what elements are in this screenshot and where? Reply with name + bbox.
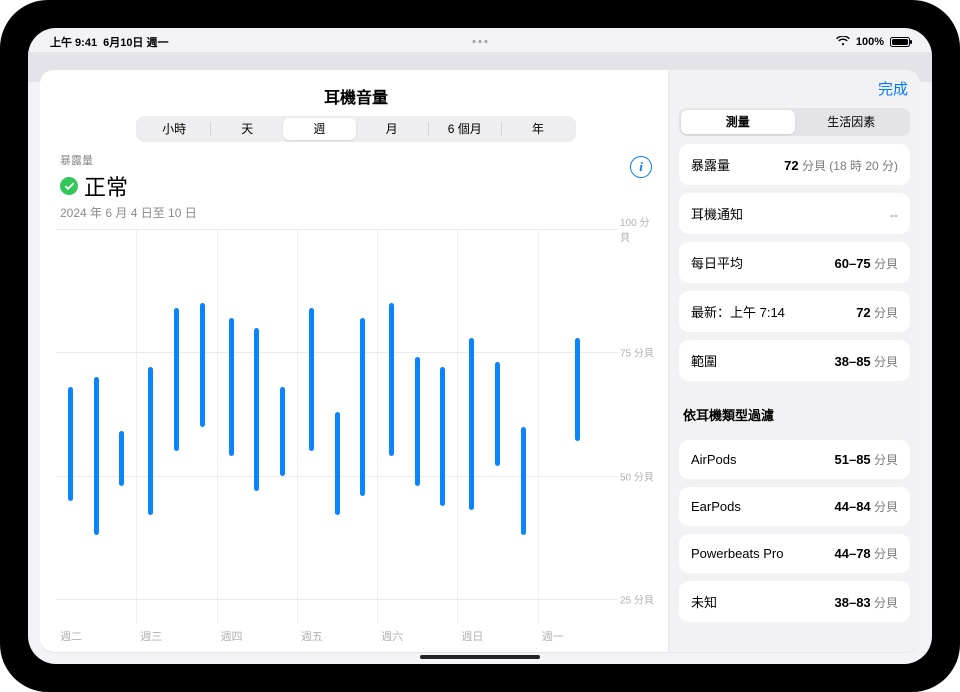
metric-3[interactable]: 最新：上午 7:14 72 分貝: [679, 291, 910, 332]
metric-4-value: 38–85 分貝: [835, 353, 899, 370]
status-time: 上午 9:41: [50, 34, 97, 50]
chart-bar: [360, 318, 365, 496]
x-tick-label: 週三: [140, 628, 162, 644]
metric-0[interactable]: 暴露量 72 分貝 (18 時 20 分): [679, 144, 910, 185]
filter-3-label: 未知: [691, 592, 717, 611]
multitask-dots[interactable]: [473, 40, 488, 43]
metric-3-value: 72 分貝: [856, 304, 898, 321]
x-tick-label: 週五: [301, 628, 323, 644]
filter-section-header: 依耳機類型過濾: [679, 397, 910, 424]
metric-0-value: 72 分貝 (18 時 20 分): [784, 157, 898, 174]
wifi-icon: [836, 36, 850, 49]
chart-bar: [440, 367, 445, 505]
seg-item-5[interactable]: 年: [502, 118, 574, 140]
chart-bar: [174, 308, 179, 451]
chart-bar: [335, 412, 340, 516]
status-bar: 上午 9:41 6月10日 週一 100%: [28, 32, 932, 52]
chart-bar: [415, 357, 420, 485]
metric-3-label: 最新：上午 7:14: [691, 302, 785, 321]
x-tick-label: 週一: [542, 628, 564, 644]
status-ok-icon: [60, 177, 78, 195]
y-tick-label: 50 分貝: [620, 468, 656, 483]
x-tick-label: 週二: [60, 628, 82, 644]
x-tick-label: 週日: [461, 628, 483, 644]
chart-bar: [495, 362, 500, 466]
chart-bar: [575, 338, 580, 442]
seg-item-2[interactable]: 週: [283, 118, 355, 140]
seg-item-4[interactable]: 6 個月: [429, 118, 501, 140]
metric-0-label: 暴露量: [691, 155, 730, 174]
filter-0-value: 51–85 分貝: [835, 451, 899, 468]
filter-3-value: 38–83 分貝: [835, 594, 899, 611]
date-range: 2024 年 6 月 4 日至 10 日: [60, 204, 652, 221]
y-tick-label: 75 分貝: [620, 345, 656, 360]
filter-2-value: 44–78 分貝: [835, 545, 899, 562]
chart-bar: [521, 427, 526, 536]
side-tab-0[interactable]: 測量: [681, 110, 795, 134]
headphone-level-chart[interactable]: 25 分貝50 分貝75 分貝100 分貝週二週三週四週五週六週日週一: [56, 229, 656, 646]
done-button[interactable]: 完成: [878, 78, 908, 99]
chart-bar: [148, 367, 153, 515]
x-tick-label: 週六: [381, 628, 403, 644]
chart-bar: [68, 387, 73, 501]
x-tick-label: 週四: [221, 628, 243, 644]
status-date: 6月10日 週一: [103, 34, 168, 50]
battery-pct: 100%: [856, 36, 884, 48]
info-icon[interactable]: i: [630, 156, 652, 178]
filter-2-label: Powerbeats Pro: [691, 546, 784, 561]
side-tab-1[interactable]: 生活因素: [795, 110, 909, 134]
metric-4[interactable]: 範圍 38–85 分貝: [679, 340, 910, 381]
chart-bar: [119, 431, 124, 485]
side-tabs-segmented[interactable]: 測量生活因素: [679, 108, 910, 136]
filter-3[interactable]: 未知 38–83 分貝: [679, 581, 910, 622]
exposure-status: 正常: [84, 170, 128, 202]
metric-2[interactable]: 每日平均 60–75 分貝: [679, 242, 910, 283]
seg-item-3[interactable]: 月: [356, 118, 428, 140]
home-indicator[interactable]: [420, 655, 540, 659]
page-title: 耳機音量: [324, 84, 388, 108]
metric-1-value: --: [890, 208, 898, 222]
filter-1[interactable]: EarPods 44–84 分貝: [679, 487, 910, 526]
filter-1-value: 44–84 分貝: [835, 498, 899, 515]
filter-0[interactable]: AirPods 51–85 分貝: [679, 440, 910, 479]
metric-2-value: 60–75 分貝: [835, 255, 899, 272]
seg-item-1[interactable]: 天: [211, 118, 283, 140]
metric-1[interactable]: 耳機通知 --: [679, 193, 910, 234]
seg-item-0[interactable]: 小時: [138, 118, 210, 140]
filter-2[interactable]: Powerbeats Pro 44–78 分貝: [679, 534, 910, 573]
chart-bar: [469, 338, 474, 511]
battery-icon: [890, 37, 910, 47]
chart-bar: [254, 328, 259, 491]
chart-bar: [280, 387, 285, 476]
time-range-segmented[interactable]: 小時天週月6 個月年: [136, 116, 576, 142]
metric-1-label: 耳機通知: [691, 204, 743, 223]
chart-bar: [389, 303, 394, 456]
chart-bar: [309, 308, 314, 451]
y-tick-label: 25 分貝: [620, 592, 656, 607]
filter-0-label: AirPods: [691, 452, 737, 467]
metric-2-label: 每日平均: [691, 253, 743, 272]
filter-1-label: EarPods: [691, 499, 741, 514]
chart-bar: [94, 377, 99, 535]
exposure-small-label: 暴露量: [60, 152, 652, 168]
y-tick-label: 100 分貝: [620, 214, 656, 244]
chart-bar: [200, 303, 205, 426]
chart-bar: [229, 318, 234, 456]
metric-4-label: 範圍: [691, 351, 717, 370]
